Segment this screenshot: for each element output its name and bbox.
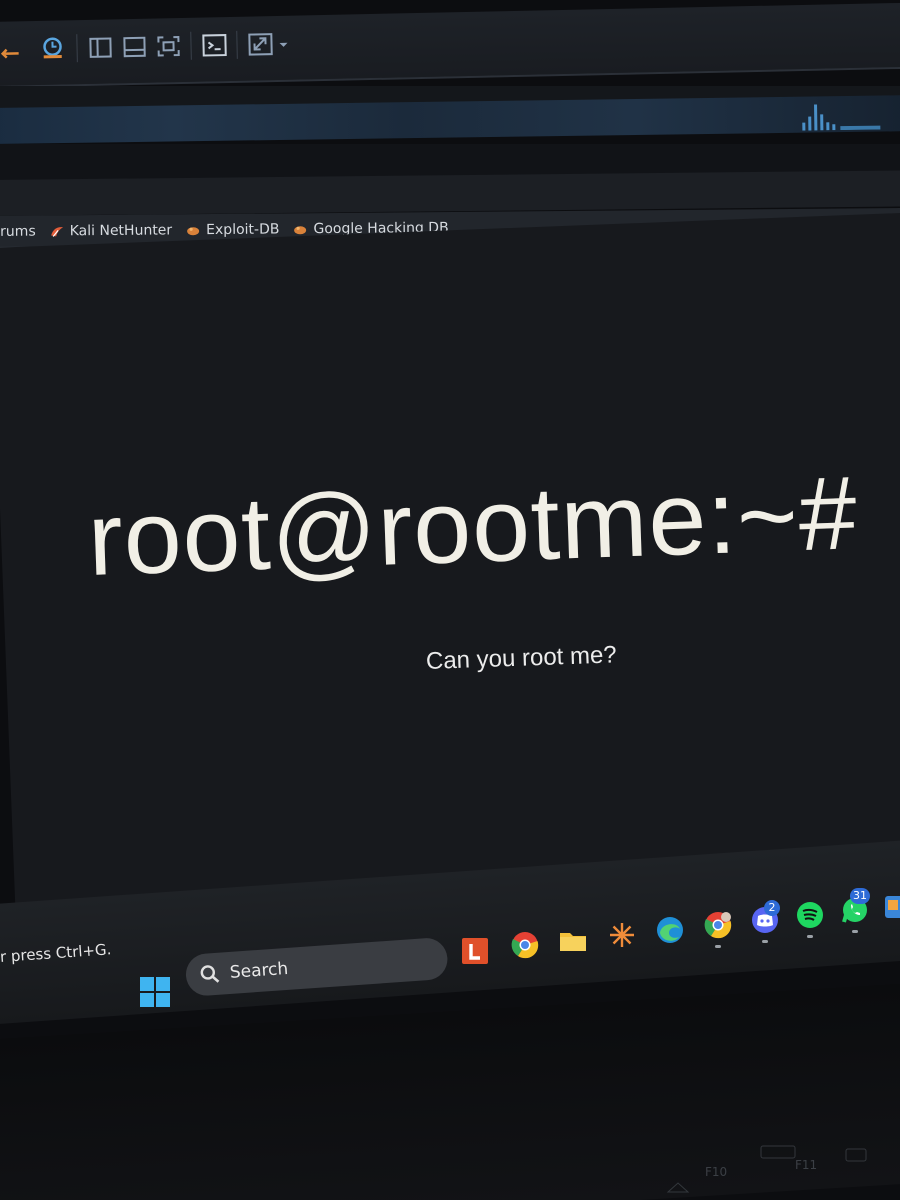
stretch-icon[interactable] [246,30,275,59]
running-indicator [807,935,813,938]
starburst-app-icon[interactable] [607,920,637,950]
running-indicator [762,940,768,943]
app-l-icon[interactable] [460,936,490,966]
screen: rums Kali NetHunter Exploit-DB Google Ha… [0,0,900,1200]
fullscreen-icon[interactable] [154,32,183,61]
bookmark-label: Exploit-DB [206,220,280,238]
running-indicator [715,945,721,948]
f10-key: F10 [705,1165,728,1179]
kali-dragon-icon [50,226,63,237]
exploit-db-icon [294,225,307,234]
vm-toolbar [0,2,900,88]
exploit-db-icon [187,226,200,235]
bookmark-exploit-db[interactable]: Exploit-DB [186,220,280,238]
file-explorer-icon[interactable] [558,925,588,955]
keyboard-key-icon [666,1182,690,1193]
bookmark-label: Kali NetHunter [69,221,173,239]
f11-key: F11 [795,1158,818,1172]
sidebar-toggle-icon[interactable] [86,33,115,62]
chevron-down-icon[interactable] [276,30,291,58]
edge-icon[interactable] [655,915,685,945]
terminal-icon[interactable] [200,31,229,60]
bookmark-label: rums [0,223,36,240]
toolbar-divider [190,31,192,60]
whatsapp-badge: 31 [850,888,870,904]
toolbar-divider [76,34,78,63]
keyboard-key-icon [760,1145,796,1159]
windows-start-icon[interactable] [138,975,172,1009]
search-label: Search [229,958,289,983]
revert-icon[interactable] [0,35,27,64]
page-title: root@rootme:~# [85,455,860,598]
bookmark-forums[interactable]: rums [0,223,36,239]
console-view-icon[interactable] [120,33,149,62]
discord-badge: 2 [764,900,780,916]
chrome-profile-icon[interactable] [703,910,733,940]
bookmark-kali-nethunter[interactable]: Kali NetHunter [50,221,173,239]
keyboard-key-icon [845,1148,867,1162]
running-indicator [852,930,858,933]
spotify-icon[interactable] [795,900,825,930]
search-icon [200,965,220,983]
activity-graph-icon [802,104,881,131]
chrome-icon[interactable] [510,930,540,960]
photos-app-icon[interactable] [884,892,900,922]
snapshot-manager-icon[interactable] [38,34,67,63]
toolbar-divider [236,30,238,59]
